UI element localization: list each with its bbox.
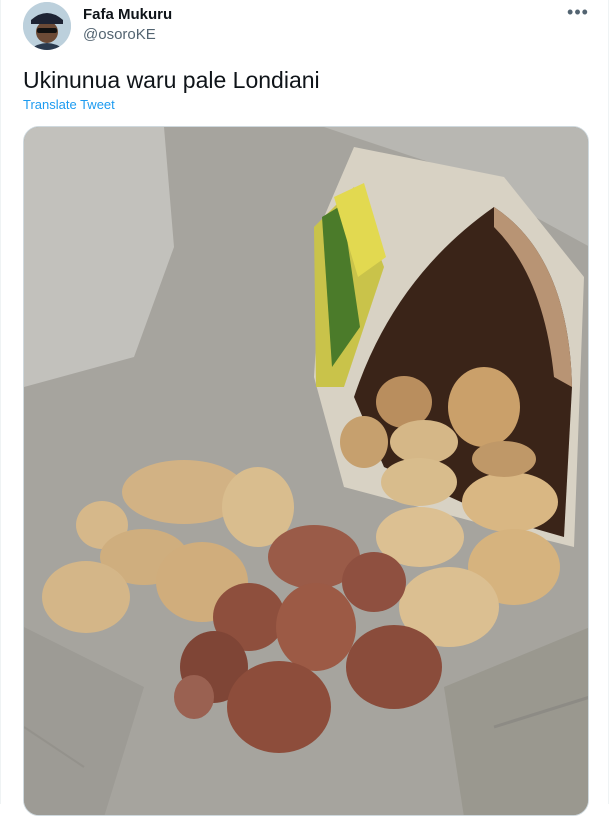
author-name[interactable]: Fafa Mukuru (83, 6, 172, 23)
tweet-text: Ukinunua waru pale Londiani (23, 67, 320, 93)
author-handle[interactable]: @osoroKE (83, 26, 156, 43)
potatoes-photo (24, 127, 588, 815)
translate-tweet-link[interactable]: Translate Tweet (23, 97, 115, 112)
more-dots-icon[interactable]: ••• (566, 2, 590, 26)
avatar-image (23, 2, 71, 50)
tweet-photo[interactable] (23, 126, 589, 816)
author-avatar[interactable] (23, 2, 71, 50)
tweet-card[interactable]: Fafa Mukuru @osoroKE ••• Ukinunua waru p… (0, 0, 609, 816)
